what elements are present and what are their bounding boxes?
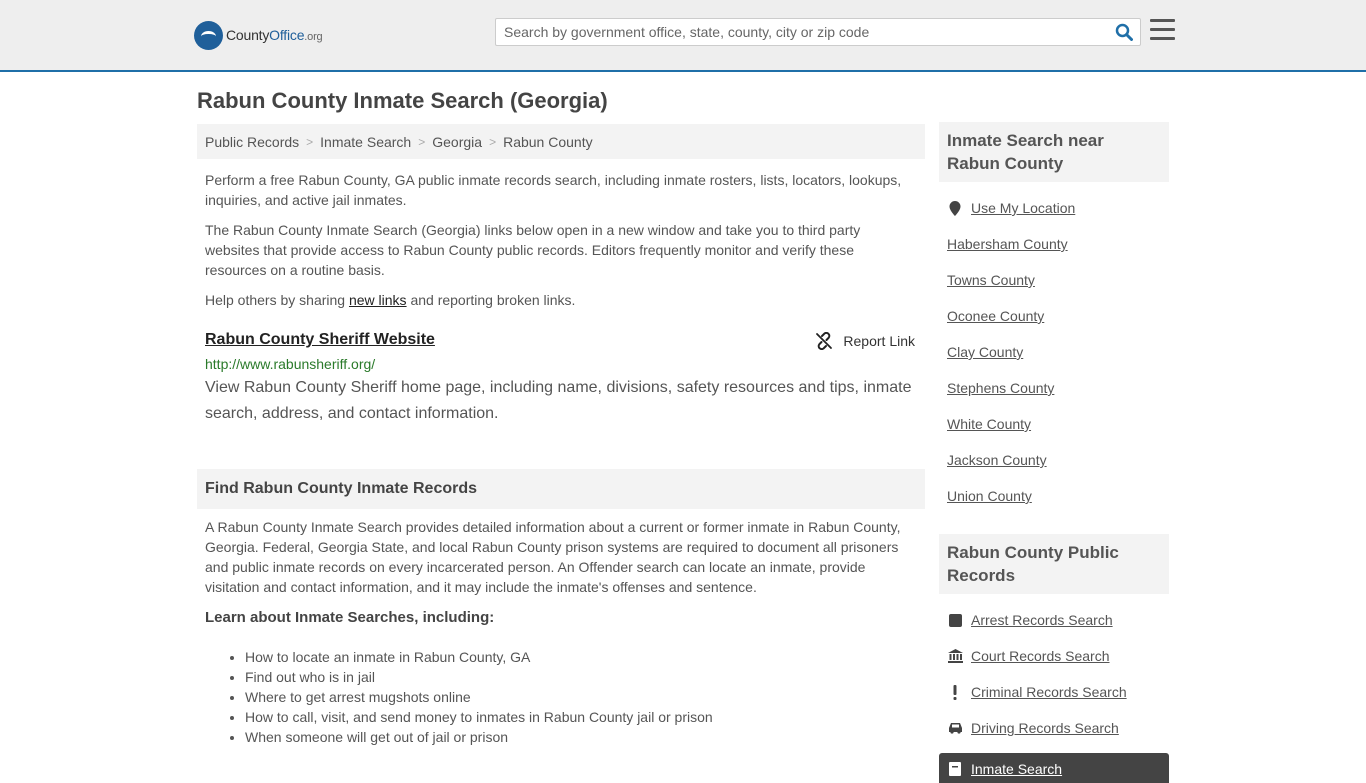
breadcrumb-georgia[interactable]: Georgia	[432, 134, 482, 150]
list-item: Find out who is in jail	[245, 667, 917, 687]
county-link[interactable]: Towns County	[947, 272, 1035, 288]
map-pin-icon	[947, 200, 963, 216]
use-my-location-link[interactable]: Use My Location	[971, 200, 1075, 216]
list-item: How to call, visit, and send money to in…	[245, 707, 917, 727]
county-link[interactable]: Oconee County	[947, 308, 1044, 324]
logo-text: CountyOffice.org	[226, 27, 323, 43]
exclamation-icon	[947, 684, 963, 700]
public-records-list: Arrest Records Search Court Records Sear…	[939, 594, 1169, 746]
sidebar-item-county: Union County	[947, 478, 1161, 514]
sidebar-item-county: Clay County	[947, 334, 1161, 370]
search-input[interactable]	[496, 19, 1108, 45]
breadcrumb-inmate-search[interactable]: Inmate Search	[320, 134, 411, 150]
list-item: When someone will get out of jail or pri…	[245, 727, 917, 747]
report-link-label: Report Link	[843, 333, 915, 349]
search-box	[495, 18, 1141, 46]
intro-paragraph-2: The Rabun County Inmate Search (Georgia)…	[205, 222, 861, 278]
list-item: Where to get arrest mugshots online	[245, 687, 917, 707]
main-content: Public Records > Inmate Search > Georgia…	[197, 124, 925, 747]
report-link-button[interactable]: Report Link	[815, 332, 915, 350]
county-link[interactable]: Habersham County	[947, 236, 1068, 252]
sidebar-item-county: Jackson County	[947, 442, 1161, 478]
learn-heading: Learn about Inmate Searches, including:	[205, 609, 495, 626]
county-link[interactable]: Union County	[947, 488, 1032, 504]
intro-paragraph-3: Help others by sharing new links and rep…	[205, 292, 576, 308]
breadcrumb-separator: >	[418, 134, 426, 149]
breadcrumb-public-records[interactable]: Public Records	[205, 134, 299, 150]
sidebar-item-county: Stephens County	[947, 370, 1161, 406]
find-records-section: A Rabun County Inmate Search provides de…	[197, 517, 925, 747]
document-icon	[947, 761, 963, 777]
public-records-heading: Rabun County Public Records	[939, 534, 1169, 594]
site-logo[interactable]: CountyOffice.org	[194, 20, 323, 50]
breadcrumb: Public Records > Inmate Search > Georgia…	[197, 124, 925, 159]
hamburger-menu-icon[interactable]	[1150, 19, 1175, 41]
square-icon	[947, 612, 963, 628]
county-office-logo-icon	[194, 20, 223, 50]
resource-link-title[interactable]: Rabun County Sheriff Website	[205, 330, 435, 350]
inmate-search-link[interactable]: Inmate Search	[971, 761, 1062, 777]
county-link[interactable]: Stephens County	[947, 380, 1054, 396]
sidebar-item-court-records: Court Records Search	[947, 638, 1161, 674]
intro-paragraph-1: Perform a free Rabun County, GA public i…	[205, 172, 902, 208]
car-icon	[947, 720, 963, 736]
criminal-records-link[interactable]: Criminal Records Search	[971, 684, 1127, 700]
broken-link-icon	[816, 332, 833, 350]
sidebar-item-county: Habersham County	[947, 226, 1161, 262]
breadcrumb-rabun-county[interactable]: Rabun County	[503, 134, 593, 150]
search-icon	[1115, 23, 1133, 41]
breadcrumb-separator: >	[306, 134, 314, 149]
new-links-link[interactable]: new links	[349, 292, 407, 308]
find-records-heading: Find Rabun County Inmate Records	[197, 469, 925, 509]
driving-records-link[interactable]: Driving Records Search	[971, 720, 1119, 736]
sidebar-item-driving-records: Driving Records Search	[947, 710, 1161, 746]
sidebar-item-criminal-records: Criminal Records Search	[947, 674, 1161, 710]
sidebar: Inmate Search near Rabun County Use My L…	[939, 122, 1169, 783]
arrest-records-link[interactable]: Arrest Records Search	[971, 612, 1113, 628]
county-link[interactable]: White County	[947, 416, 1031, 432]
page-title: Rabun County Inmate Search (Georgia)	[197, 88, 608, 113]
learn-list: How to locate an inmate in Rabun County,…	[245, 647, 917, 747]
list-item: How to locate an inmate in Rabun County,…	[245, 647, 917, 667]
resource-link-item: Rabun County Sheriff Website Report Link…	[197, 330, 925, 427]
sidebar-item-county: Oconee County	[947, 298, 1161, 334]
sidebar-item-county: Towns County	[947, 262, 1161, 298]
sidebar-item-county: White County	[947, 406, 1161, 442]
courthouse-icon	[947, 648, 963, 664]
search-button[interactable]	[1108, 19, 1140, 45]
court-records-link[interactable]: Court Records Search	[971, 648, 1110, 664]
intro-text: Perform a free Rabun County, GA public i…	[197, 170, 925, 310]
breadcrumb-separator: >	[489, 134, 497, 149]
county-link[interactable]: Jackson County	[947, 452, 1047, 468]
nearby-heading: Inmate Search near Rabun County	[939, 122, 1169, 182]
nearby-county-list: Use My Location Habersham County Towns C…	[939, 182, 1169, 514]
county-link[interactable]: Clay County	[947, 344, 1023, 360]
resource-link-url[interactable]: http://www.rabunsheriff.org/	[205, 355, 917, 373]
site-header: CountyOffice.org	[0, 0, 1366, 72]
find-records-body: A Rabun County Inmate Search provides de…	[205, 519, 901, 595]
sidebar-item-arrest-records: Arrest Records Search	[947, 602, 1161, 638]
resource-link-description: View Rabun County Sheriff home page, inc…	[205, 379, 912, 422]
sidebar-item-inmate-search-active[interactable]: Inmate Search	[939, 753, 1169, 783]
use-location-item: Use My Location	[947, 190, 1161, 226]
